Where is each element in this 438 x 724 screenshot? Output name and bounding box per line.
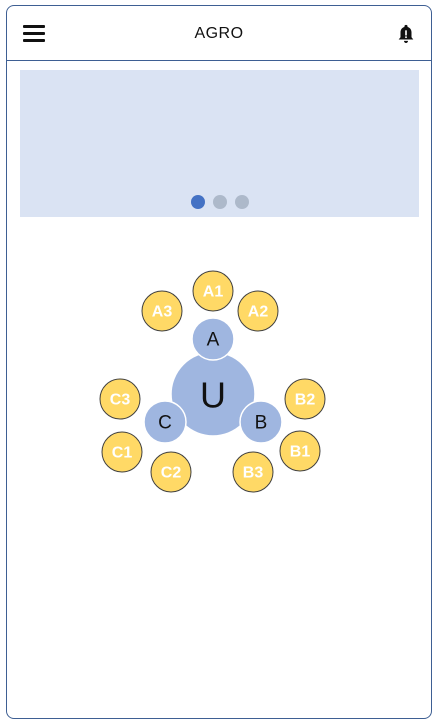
leaf-node-label: A1 bbox=[203, 284, 224, 301]
group-node-label: C bbox=[158, 413, 172, 434]
leaf-node-label: A2 bbox=[248, 304, 269, 321]
leaf-node-label: A3 bbox=[152, 304, 173, 321]
group-node-label: A bbox=[207, 330, 220, 351]
leaf-node-label: B3 bbox=[243, 465, 264, 482]
leaf-node-label: B2 bbox=[295, 392, 316, 409]
phone-frame: AGRO A1 A2 A3 B1 B2 B3 C1 C2 C3 U A B C bbox=[6, 5, 432, 719]
user-network-diagram: A1 A2 A3 B1 B2 B3 C1 C2 C3 U A B C bbox=[99, 270, 326, 493]
leaf-node-label: C3 bbox=[110, 392, 131, 409]
leaf-node-label: C1 bbox=[112, 445, 133, 462]
leaf-node-label: C2 bbox=[161, 465, 182, 482]
group-node-label: B bbox=[255, 413, 268, 434]
center-node-label: U bbox=[200, 375, 226, 416]
leaf-node-label: B1 bbox=[290, 444, 311, 461]
